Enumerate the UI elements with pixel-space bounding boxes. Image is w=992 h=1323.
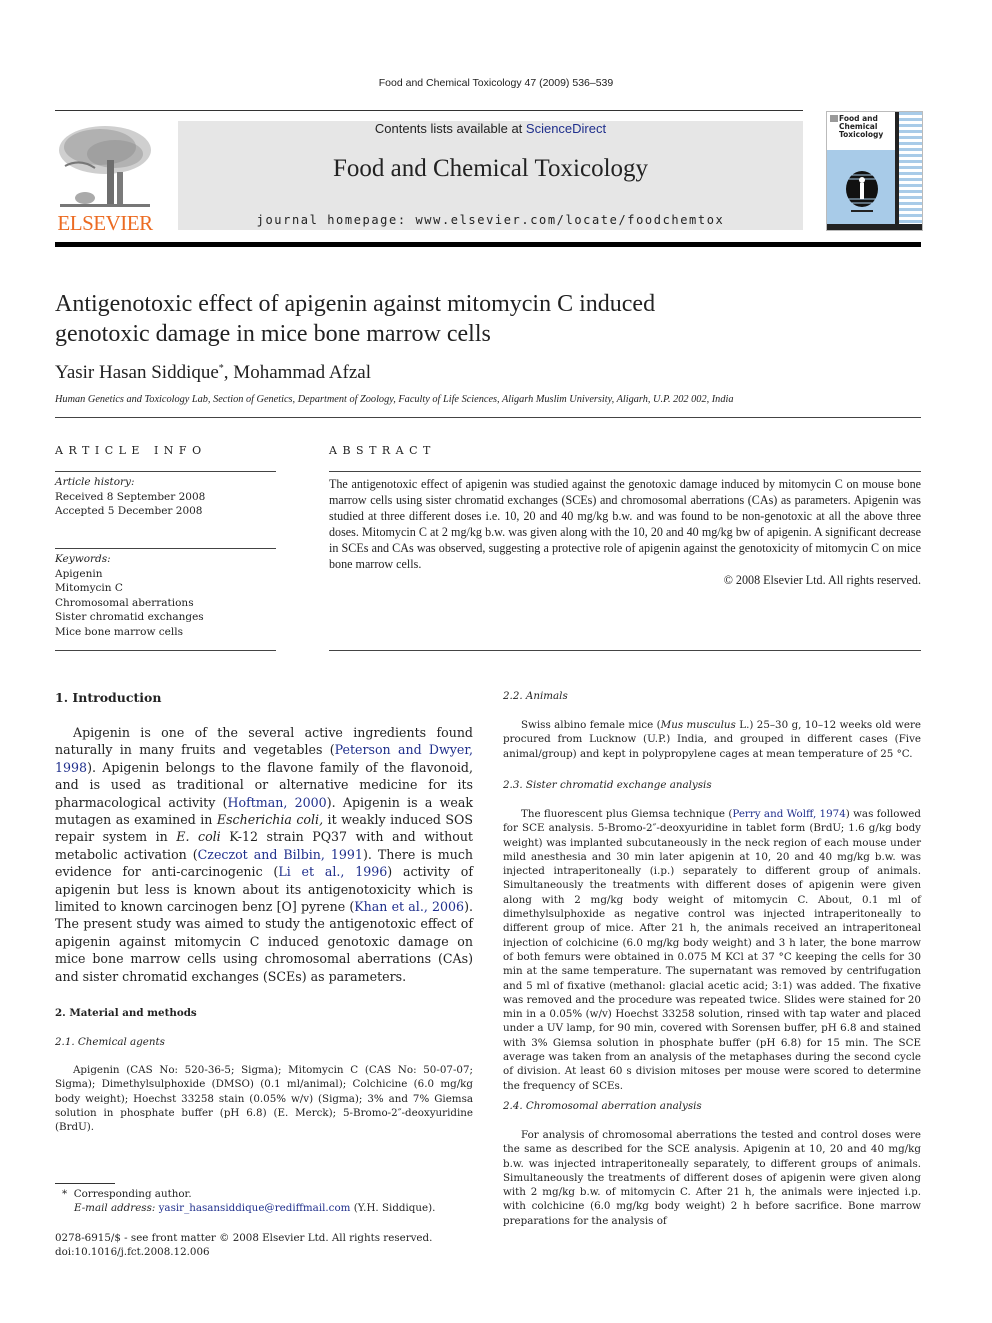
title-line-2: genotoxic damage in mice bone marrow cel… bbox=[55, 321, 491, 347]
email-suffix: (Y.H. Siddique). bbox=[350, 1202, 436, 1214]
doi-line[interactable]: doi:10.1016/j.fct.2008.12.006 bbox=[55, 1245, 485, 1259]
divider bbox=[55, 548, 276, 549]
journal-homepage[interactable]: journal homepage: www.elsevier.com/locat… bbox=[178, 213, 803, 227]
keyword: Apigenin bbox=[55, 567, 103, 580]
elsevier-mini-logo bbox=[830, 115, 838, 122]
running-head: Food and Chemical Toxicology 47 (2009) 5… bbox=[378, 77, 614, 89]
cover-title: Food and Chemical Toxicology bbox=[839, 114, 884, 139]
citation-link[interactable]: Li et al., 1996 bbox=[278, 864, 387, 879]
history-label: Article history: bbox=[55, 476, 135, 488]
divider bbox=[329, 650, 921, 651]
journal-title: Food and Chemical Toxicology bbox=[332, 155, 649, 182]
citation-link[interactable]: Hoftman, 2000 bbox=[228, 795, 327, 810]
keyword: Sister chromatid exchanges bbox=[55, 611, 204, 623]
footnote-mark: * bbox=[62, 1188, 68, 1200]
divider bbox=[55, 650, 276, 651]
header-thick-rule bbox=[55, 242, 921, 247]
contents-prefix: Contents lists available at bbox=[374, 121, 526, 136]
email-label: E-mail address: bbox=[74, 1202, 156, 1214]
issn-line: 0278-6915/$ - see front matter © 2008 El… bbox=[55, 1232, 433, 1244]
keyword: Chromosomal aberrations bbox=[55, 596, 194, 609]
contents-line: Contents lists available at ScienceDirec… bbox=[178, 121, 803, 136]
chromosomal-aberration-paragraph: For analysis of chromosomal aberrations … bbox=[503, 1129, 921, 1227]
tree-icon bbox=[55, 122, 155, 210]
keywords-label: Keywords: bbox=[55, 553, 111, 565]
subsection-heading-sce: 2.3. Sister chromatid exchange analysis bbox=[503, 779, 712, 791]
accepted-date: Accepted 5 December 2008 bbox=[55, 505, 203, 517]
subsection-heading-chromosomal-aberration: 2.4. Chromosomal aberration analysis bbox=[503, 1100, 702, 1112]
keyword: Mitomycin C bbox=[55, 582, 123, 594]
journal-cover-thumbnail: Food and Chemical Toxicology bbox=[826, 111, 923, 231]
footnote: * Corresponding author. E-mail address: … bbox=[62, 1187, 482, 1215]
article-title: Antigenotoxic effect of apigenin against… bbox=[55, 289, 755, 349]
email-link[interactable]: yasir_hasansiddique@rediffmail.com bbox=[159, 1202, 351, 1214]
divider bbox=[55, 417, 921, 418]
animals-paragraph: Swiss albino female mice (Mus musculus L… bbox=[503, 719, 921, 760]
abstract-copyright: © 2008 Elsevier Ltd. All rights reserved… bbox=[723, 573, 921, 587]
author-name[interactable]: Mohammad Afzal bbox=[233, 362, 371, 383]
subsection-heading-chemical-agents: 2.1. Chemical agents bbox=[55, 1036, 165, 1048]
top-rule bbox=[55, 110, 803, 111]
sce-paragraph: The fluorescent plus Giemsa technique (P… bbox=[503, 808, 921, 1092]
affiliation: Human Genetics and Toxicology Lab, Secti… bbox=[55, 394, 734, 405]
author-separator: , bbox=[223, 362, 234, 383]
journal-masthead: Contents lists available at ScienceDirec… bbox=[178, 121, 803, 230]
author-list: Yasir Hasan Siddique*, Mohammad Afzal bbox=[55, 362, 371, 384]
cover-emblem-icon bbox=[845, 171, 879, 212]
section-heading-methods: 2. Material and methods bbox=[55, 1007, 197, 1019]
abstract-paragraph: The antigenotoxic effect of apigenin was… bbox=[329, 477, 921, 571]
citation-link[interactable]: Perry and Wolff, 1974 bbox=[732, 808, 845, 820]
keywords: Keywords: Apigenin Mitomycin C Chromosom… bbox=[55, 552, 276, 639]
corresponding-label: Corresponding author. bbox=[73, 1188, 192, 1200]
divider bbox=[55, 471, 276, 472]
divider bbox=[329, 471, 921, 472]
article-info-heading: ARTICLE INFO bbox=[55, 444, 207, 457]
abstract-body: The antigenotoxic effect of apigenin was… bbox=[329, 476, 921, 588]
elsevier-wordmark: ELSEVIER bbox=[57, 211, 153, 235]
sciencedirect-link[interactable]: ScienceDirect bbox=[526, 121, 606, 136]
title-line-1: Antigenotoxic effect of apigenin against… bbox=[55, 291, 656, 317]
abstract-heading: ABSTRACT bbox=[329, 444, 436, 457]
received-date: Received 8 September 2008 bbox=[55, 490, 206, 503]
introduction-paragraph: Apigenin is one of the several active in… bbox=[55, 725, 474, 984]
footnote-rule bbox=[55, 1183, 115, 1184]
keyword: Mice bone marrow cells bbox=[55, 625, 183, 638]
issn-block: 0278-6915/$ - see front matter © 2008 El… bbox=[55, 1231, 485, 1259]
citation-link[interactable]: Czeczot and Bilbin, 1991 bbox=[198, 847, 363, 862]
subsection-heading-animals: 2.2. Animals bbox=[503, 690, 568, 702]
article-history: Article history: Received 8 September 20… bbox=[55, 475, 276, 519]
author-name[interactable]: Yasir Hasan Siddique bbox=[55, 362, 219, 383]
section-heading-introduction: 1. Introduction bbox=[55, 690, 162, 705]
citation-link[interactable]: Khan et al., 2006 bbox=[354, 899, 464, 914]
chemical-agents-paragraph: Apigenin (CAS No: 520-36-5; Sigma); Mito… bbox=[55, 1064, 473, 1134]
